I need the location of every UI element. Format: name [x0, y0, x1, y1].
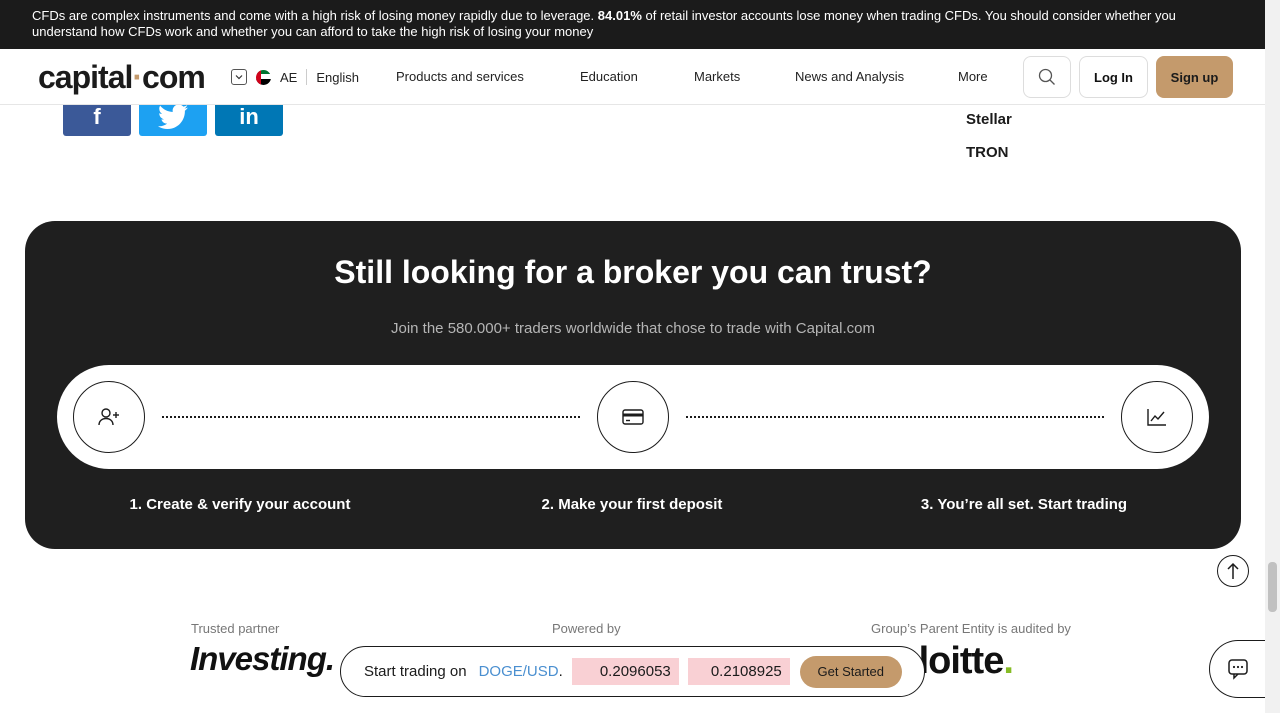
deloitte-dot: . — [1003, 640, 1014, 682]
search-button[interactable] — [1023, 56, 1071, 98]
arrow-up-icon — [1227, 562, 1239, 579]
step-create-account — [73, 381, 145, 453]
chart-line-icon — [1147, 409, 1166, 426]
step-label-2: 2. Make your first deposit — [541, 496, 723, 513]
step-label-1: 1. Create & verify your account — [129, 496, 351, 513]
facebook-icon: f — [93, 104, 101, 129]
step-make-deposit — [597, 381, 669, 453]
risk-percent: 84.01% — [597, 8, 642, 23]
get-started-button[interactable]: Get Started — [799, 655, 902, 688]
twitter-icon — [158, 104, 188, 129]
risk-warning-banner: CFDs are complex instruments and come wi… — [0, 0, 1265, 49]
trust-card-subtitle: Join the 580.000+ traders worldwide that… — [390, 320, 876, 337]
uae-flag-icon — [256, 69, 271, 85]
broker-trust-card: Still looking for a broker you can trust… — [25, 221, 1241, 549]
step-connector — [162, 416, 580, 418]
investing-com-logo[interactable]: Investing. — [190, 640, 335, 678]
login-button[interactable]: Log In — [1079, 56, 1148, 98]
logo-dot: · — [132, 59, 143, 95]
language-label: English — [316, 69, 359, 85]
auditor-label: Group’s Parent Entity is audited by — [871, 621, 1071, 636]
capital-com-logo[interactable]: capital·com — [38, 59, 206, 96]
back-to-top-button[interactable] — [1217, 555, 1249, 587]
page: f in Stellar TRON CFDs are complex instr… — [0, 0, 1280, 713]
step-start-trading — [1121, 381, 1193, 453]
crypto-link-stellar[interactable]: Stellar — [966, 111, 1012, 128]
trusted-partner-label: Trusted partner — [191, 621, 280, 636]
scrollbar-thumb[interactable] — [1268, 562, 1277, 612]
step-connector — [686, 416, 1104, 418]
chat-button[interactable] — [1209, 640, 1269, 698]
region-code: AE — [280, 69, 298, 85]
crypto-link-tron[interactable]: TRON — [966, 144, 1009, 161]
instrument-symbol-link[interactable]: DOGE/USD — [479, 663, 559, 680]
chevron-down-icon — [231, 69, 247, 85]
divider — [306, 69, 308, 85]
step-label-3: 3. You’re all set. Start trading — [920, 496, 1128, 513]
sell-price[interactable]: 0.2096053 — [571, 658, 679, 685]
nav-markets[interactable]: Markets — [694, 69, 740, 84]
site-header: capital·com AE English Products and serv… — [0, 49, 1265, 105]
nav-education[interactable]: Education — [580, 69, 638, 84]
nav-products-and-services[interactable]: Products and services — [396, 69, 524, 84]
trade-bar-period: . — [558, 663, 563, 680]
region-language-selector[interactable]: AE English — [231, 68, 359, 86]
buy-price[interactable]: 0.2108925 — [687, 658, 790, 685]
start-trading-text: Start trading on — [364, 663, 467, 680]
logo-text-right: com — [142, 59, 206, 95]
nav-news-and-analysis[interactable]: News and Analysis — [795, 69, 904, 84]
powered-by-label: Powered by — [552, 621, 621, 636]
logo-text-left: capital — [38, 59, 133, 95]
add-user-icon — [98, 408, 119, 426]
trust-card-title: Still looking for a broker you can trust… — [334, 254, 932, 290]
linkedin-icon: in — [239, 104, 259, 129]
page-scrollbar[interactable] — [1265, 0, 1280, 713]
signup-button[interactable]: Sign up — [1156, 56, 1233, 98]
steps-progress-bar — [57, 365, 1209, 469]
credit-card-icon — [622, 409, 644, 425]
nav-more[interactable]: More — [958, 69, 988, 84]
search-icon — [1038, 68, 1055, 85]
chat-bubble-icon — [1227, 659, 1248, 680]
start-trading-bar: Start trading on DOGE/USD. 0.2096053 0.2… — [340, 646, 925, 697]
risk-text-prefix: CFDs are complex instruments and come wi… — [32, 8, 595, 23]
